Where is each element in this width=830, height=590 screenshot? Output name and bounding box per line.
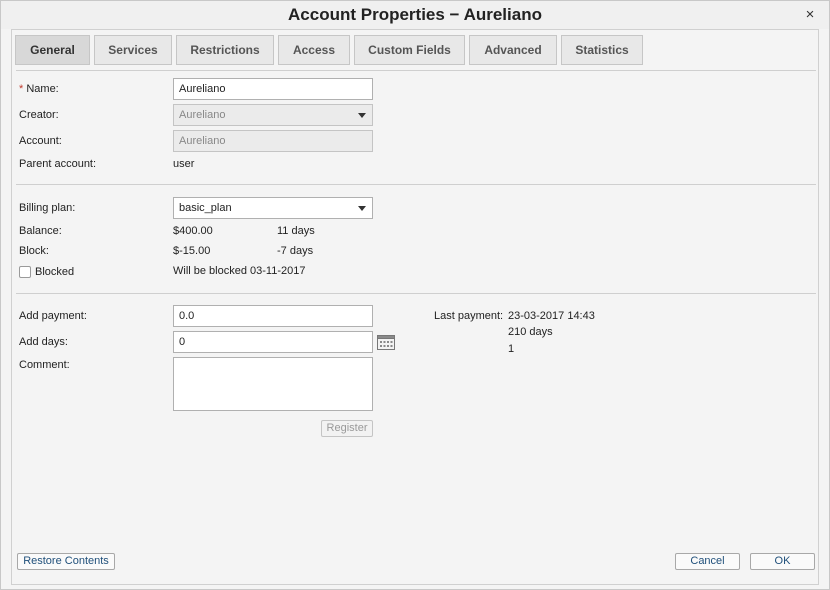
tab-general[interactable]: General	[15, 35, 90, 65]
name-input[interactable]: Aureliano	[173, 78, 373, 100]
last-payment-count: 1	[508, 343, 515, 355]
section-divider	[16, 293, 816, 294]
block-value: $-15.00	[173, 245, 211, 257]
account-properties-dialog: Account Properties − Aureliano × General…	[0, 0, 830, 590]
balance-value: $400.00	[173, 225, 213, 237]
add-days-label: Add days:	[19, 336, 68, 348]
add-payment-input[interactable]: 0.0	[173, 305, 373, 327]
tab-statistics[interactable]: Statistics	[561, 35, 643, 65]
blocked-label: Blocked	[35, 266, 75, 278]
register-button[interactable]: Register	[321, 420, 373, 437]
account-label: Account:	[19, 135, 62, 147]
add-payment-label: Add payment:	[19, 310, 87, 322]
dialog-title: Account Properties − Aureliano	[288, 5, 542, 24]
name-label: * Name:	[19, 83, 59, 95]
block-notice: Will be blocked 03-11-2017	[173, 265, 306, 277]
block-label: Block:	[19, 245, 49, 257]
cancel-button[interactable]: Cancel	[675, 553, 740, 570]
billing-plan-label: Billing plan:	[19, 202, 76, 214]
close-icon[interactable]: ×	[803, 7, 817, 22]
last-payment-label: Last payment:	[434, 310, 504, 322]
creator-select: Aureliano	[173, 104, 373, 126]
balance-label: Balance:	[19, 225, 62, 237]
parent-account-value: user	[173, 158, 195, 170]
dialog-content: General Services Restrictions Access Cus…	[11, 29, 819, 585]
chevron-down-icon	[352, 105, 372, 125]
add-days-input[interactable]: 0	[173, 331, 373, 353]
ok-button[interactable]: OK	[750, 553, 815, 570]
title-bar: Account Properties − Aureliano ×	[1, 1, 829, 29]
parent-account-label: Parent account:	[19, 158, 97, 170]
tab-advanced[interactable]: Advanced	[469, 35, 557, 65]
calendar-icon[interactable]	[377, 334, 395, 350]
tab-restrictions[interactable]: Restrictions	[176, 35, 274, 65]
section-divider	[16, 184, 816, 185]
required-mark: *	[19, 83, 24, 95]
blocked-checkbox[interactable]	[19, 266, 31, 278]
creator-label: Creator:	[19, 109, 59, 121]
comment-label: Comment:	[19, 359, 70, 371]
creator-value: Aureliano	[179, 109, 226, 121]
block-days: -7 days	[277, 245, 314, 257]
tab-access[interactable]: Access	[278, 35, 350, 65]
chevron-down-icon[interactable]	[352, 198, 372, 218]
account-input: Aureliano	[173, 130, 373, 152]
last-payment-date: 23-03-2017 14:43	[508, 310, 595, 322]
tab-divider	[16, 70, 816, 71]
billing-plan-select[interactable]: basic_plan	[173, 197, 373, 219]
last-payment-days: 210 days	[508, 326, 553, 338]
balance-days: 11 days	[277, 225, 315, 237]
billing-plan-value: basic_plan	[179, 202, 232, 214]
comment-textarea[interactable]	[173, 357, 373, 411]
name-label-text: Name:	[26, 83, 59, 95]
tab-custom-fields[interactable]: Custom Fields	[354, 35, 465, 65]
restore-contents-button[interactable]: Restore Contents	[17, 553, 115, 570]
tab-services[interactable]: Services	[94, 35, 172, 65]
